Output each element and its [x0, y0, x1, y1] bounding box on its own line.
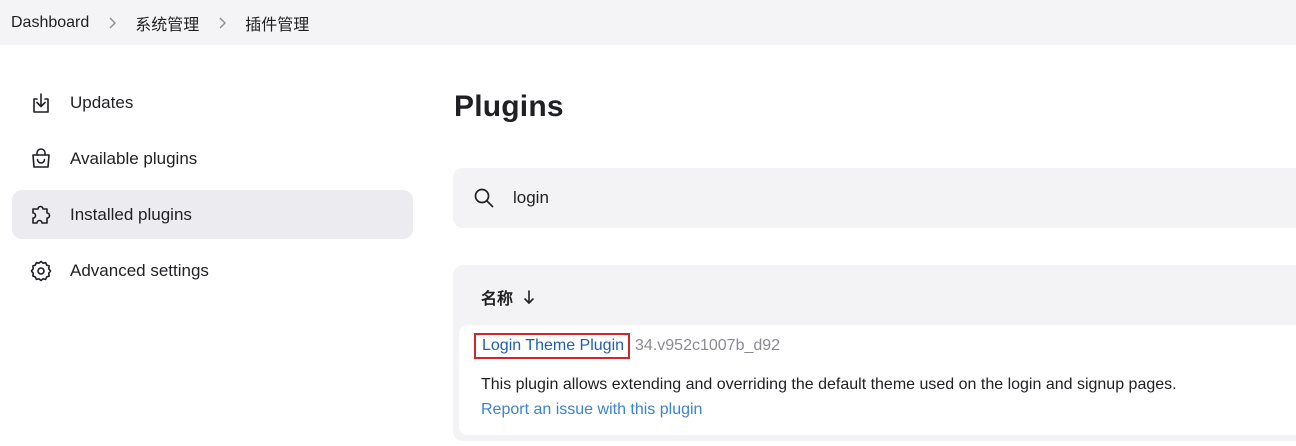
chevron-right-icon	[199, 13, 245, 33]
plugins-table: 名称 Login Theme Plugin 34.v952c1007b_d92 …	[453, 265, 1296, 441]
breadcrumb-dashboard[interactable]: Dashboard	[11, 14, 89, 32]
column-header-label: 名称	[481, 291, 514, 308]
plugin-description: This plugin allows extending and overrid…	[481, 376, 1177, 393]
sidebar: Updates Available plugins Installed plug…	[12, 78, 413, 302]
sidebar-item-advanced-settings[interactable]: Advanced settings	[12, 246, 413, 295]
chevron-right-icon	[89, 13, 135, 33]
search-bar[interactable]	[453, 168, 1296, 228]
shopping-bag-icon	[29, 147, 53, 171]
sidebar-item-label: Available plugins	[70, 148, 198, 168]
plugin-version: 34.v952c1007b_d92	[635, 337, 781, 354]
search-icon	[473, 187, 495, 209]
sidebar-item-label: Updates	[70, 92, 134, 112]
sidebar-item-available-plugins[interactable]: Available plugins	[12, 134, 413, 183]
sidebar-item-label: Advanced settings	[70, 260, 209, 280]
sidebar-item-label: Installed plugins	[70, 204, 192, 224]
download-icon	[29, 91, 53, 115]
report-issue-link[interactable]: Report an issue with this plugin	[481, 401, 702, 419]
breadcrumb-plugin-management[interactable]: 插件管理	[245, 11, 309, 35]
column-header-name[interactable]: 名称	[481, 285, 535, 309]
sidebar-item-installed-plugins[interactable]: Installed plugins	[12, 190, 413, 239]
breadcrumb-system-management[interactable]: 系统管理	[135, 11, 199, 35]
plugin-title: Login Theme Plugin 34.v952c1007b_d92	[474, 333, 780, 359]
page-title: Plugins	[454, 90, 564, 123]
breadcrumb: Dashboard 系统管理 插件管理	[0, 0, 1296, 45]
search-input[interactable]	[513, 188, 1213, 208]
puzzle-icon	[29, 203, 53, 227]
sidebar-item-updates[interactable]: Updates	[12, 78, 413, 127]
arrow-down-icon	[523, 289, 535, 305]
plugin-name-link[interactable]: Login Theme Plugin	[474, 333, 631, 359]
gear-icon	[29, 259, 53, 283]
table-row: Login Theme Plugin 34.v952c1007b_d92 Thi…	[459, 325, 1296, 435]
